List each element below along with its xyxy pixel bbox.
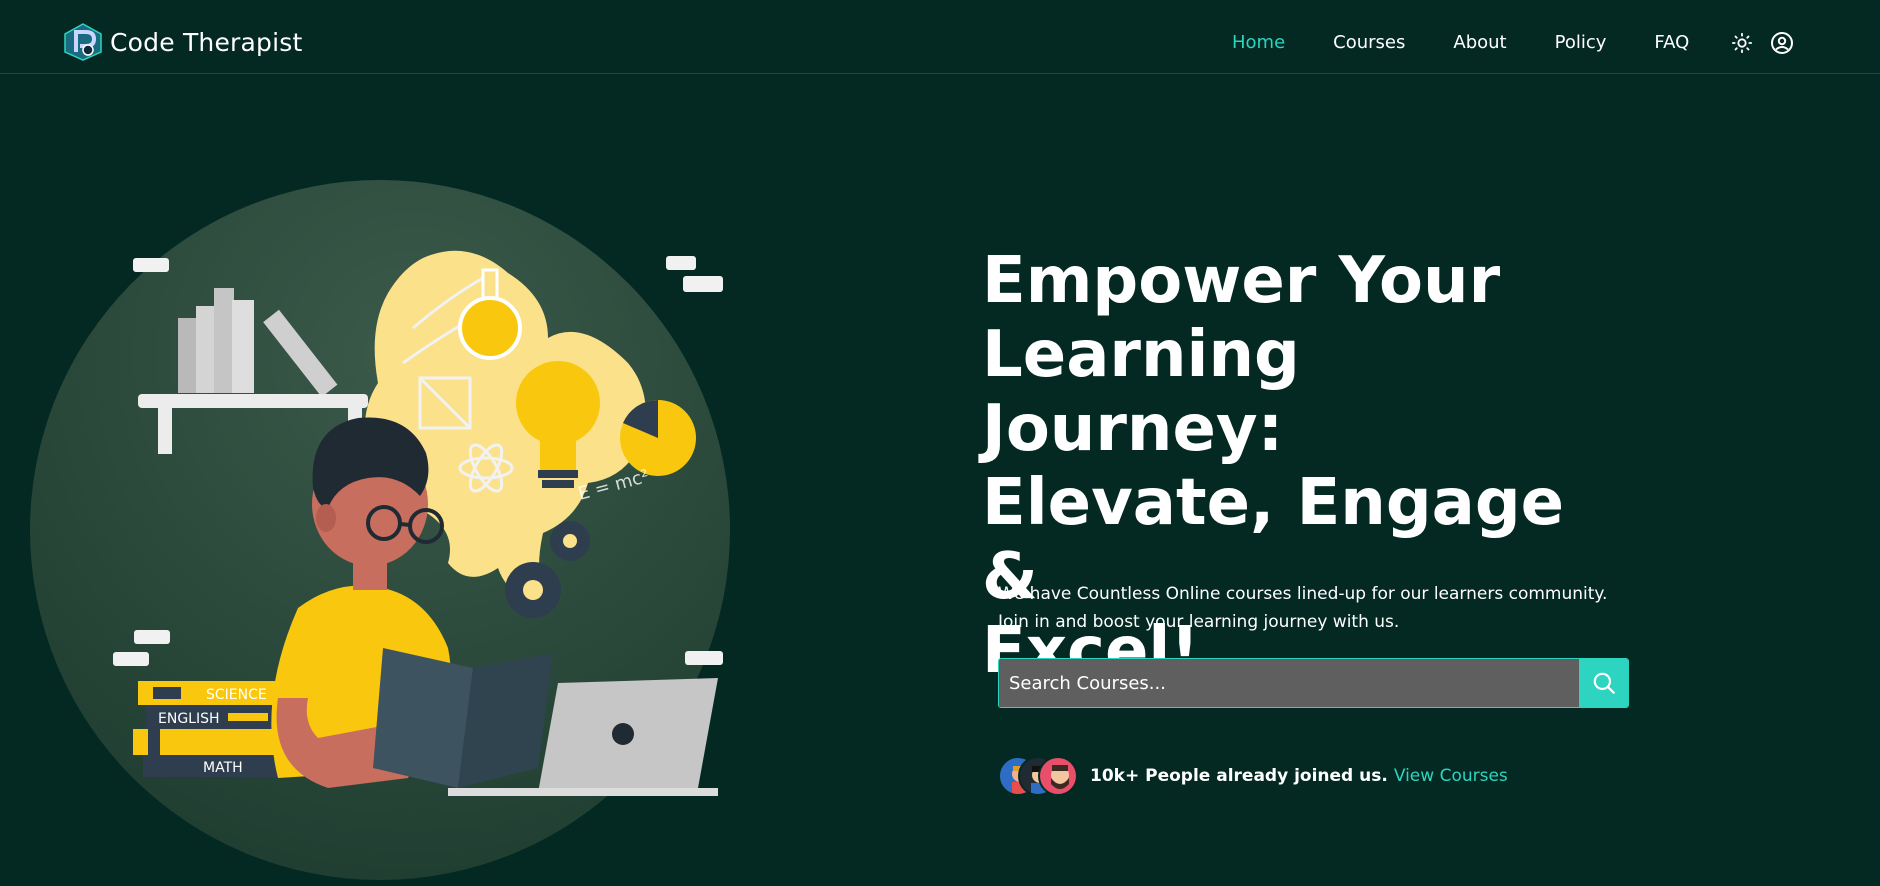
hero-subtitle: We have Countless Online courses lined-u… bbox=[998, 584, 1608, 632]
book-label-math: MATH bbox=[203, 760, 243, 776]
hero-illustration: E = mc² SCIENCE ENGLISH MATH bbox=[30, 180, 730, 880]
nav-link-policy[interactable]: Policy bbox=[1555, 28, 1607, 58]
navbar: Code Therapist Home Courses About Policy… bbox=[0, 0, 1880, 74]
course-search bbox=[998, 658, 1629, 708]
logo-icon bbox=[64, 23, 102, 61]
nav-link-faq[interactable]: FAQ bbox=[1654, 28, 1689, 58]
nav-link-about[interactable]: About bbox=[1453, 28, 1506, 58]
brand-name: Code Therapist bbox=[110, 27, 303, 57]
book-label-science: SCIENCE bbox=[206, 687, 267, 703]
avatar-group bbox=[998, 756, 1078, 796]
user-circle-icon[interactable] bbox=[1769, 30, 1795, 56]
joined-text: 10k+ People already joined us. bbox=[1090, 766, 1388, 786]
open-book bbox=[373, 648, 553, 788]
search-icon bbox=[1593, 672, 1615, 694]
nav-links: Home Courses About Policy FAQ bbox=[1232, 28, 1809, 58]
search-button[interactable] bbox=[1579, 659, 1628, 707]
sun-icon[interactable] bbox=[1729, 30, 1755, 56]
nav-link-courses[interactable]: Courses bbox=[1333, 28, 1405, 58]
view-courses-link[interactable]: View Courses bbox=[1394, 766, 1508, 786]
book-stack: SCIENCE ENGLISH MATH bbox=[133, 681, 286, 777]
book-label-english: ENGLISH bbox=[158, 711, 220, 727]
pie-chart-icon bbox=[620, 399, 696, 476]
avatar bbox=[1038, 756, 1078, 796]
hero-title-line-2: Learning Journey: bbox=[982, 318, 1300, 466]
brand[interactable]: Code Therapist bbox=[62, 22, 303, 62]
nav-link-home[interactable]: Home bbox=[1232, 28, 1285, 58]
hero-title-line-1: Empower Your bbox=[982, 244, 1501, 318]
search-input[interactable] bbox=[999, 659, 1579, 707]
joined-row: 10k+ People already joined us. View Cour… bbox=[998, 756, 1508, 796]
